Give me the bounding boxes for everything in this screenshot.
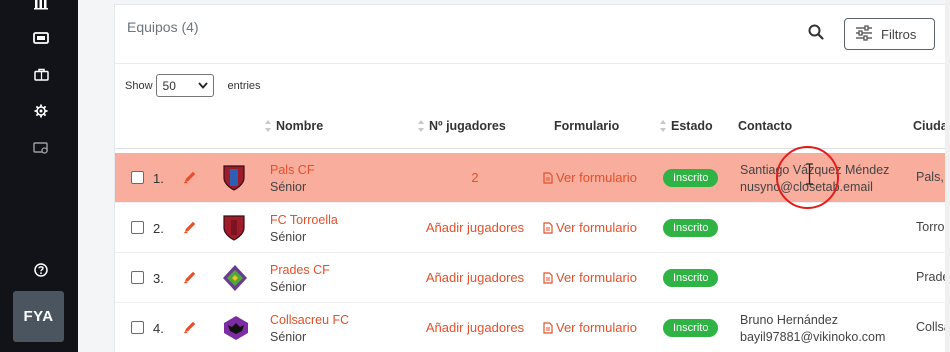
pencil-icon[interactable] xyxy=(183,170,197,189)
contact-name: Santiago Vázquez Méndez xyxy=(740,163,890,177)
add-players-link[interactable]: Añadir jugadores xyxy=(405,270,545,285)
sort-icon xyxy=(265,120,272,132)
team-crest xyxy=(222,164,246,197)
team-name-link[interactable]: Pals CF xyxy=(270,162,314,179)
form-link[interactable]: Ver formulario xyxy=(543,220,637,235)
status-badge: Inscrito xyxy=(663,269,719,287)
add-players-link[interactable]: Añadir jugadores xyxy=(405,320,545,335)
team-category: Sénior xyxy=(270,180,307,194)
team-category: Sénior xyxy=(270,280,307,294)
avatar[interactable]: FYA xyxy=(13,291,64,342)
show-label: Show xyxy=(125,79,153,92)
column-label: Nombre xyxy=(276,119,324,133)
table-row[interactable]: 3. Prades CF Sénior Añadir jugadores Ver … xyxy=(115,253,950,303)
document-icon xyxy=(543,271,553,284)
row-index: 4. xyxy=(153,321,164,336)
status-badge: Inscrito xyxy=(663,319,719,337)
pencil-icon[interactable] xyxy=(183,270,197,289)
sidebar: FYA xyxy=(0,0,78,352)
column-label: Contacto xyxy=(738,119,793,133)
column-label: Formulario xyxy=(554,119,620,133)
team-cell: Prades CF Sénior xyxy=(270,262,330,296)
column-header-city: Ciuda xyxy=(913,119,948,133)
team-name-link[interactable]: Prades CF xyxy=(270,262,330,279)
team-crest xyxy=(222,264,248,297)
pencil-icon[interactable] xyxy=(183,320,197,339)
column-header-contact: Contacto xyxy=(738,119,792,133)
contact-email: nusyno@closetab.email xyxy=(740,180,873,194)
scrollbar[interactable] xyxy=(945,0,950,352)
document-icon xyxy=(543,221,553,234)
wallet-icon[interactable] xyxy=(31,138,51,158)
add-players-link[interactable]: Añadir jugadores xyxy=(405,220,545,235)
team-category: Sénior xyxy=(270,330,307,344)
document-icon xyxy=(543,321,553,334)
contact-email: bayil97881@vikinoko.com xyxy=(740,330,886,344)
team-category: Sénior xyxy=(270,230,307,244)
contact-name: Bruno Hernández xyxy=(740,313,838,327)
entries-value: 50 xyxy=(162,78,176,93)
search-icon[interactable] xyxy=(808,24,826,42)
form-link-label: Ver formulario xyxy=(556,320,637,335)
form-link[interactable]: Ver formulario xyxy=(543,170,637,185)
length-menu: Show 50 entries xyxy=(125,74,261,97)
row-index: 3. xyxy=(153,271,164,286)
pencil-icon[interactable] xyxy=(183,220,197,239)
status-badge: Inscrito xyxy=(663,169,719,187)
ticket-icon[interactable] xyxy=(31,28,51,48)
entries-label: entries xyxy=(227,79,261,92)
team-cell: FC Torroella Sénior xyxy=(270,212,338,246)
table-row[interactable]: 2. FC Torroella Sénior Añadir jugadores V… xyxy=(115,203,950,253)
column-header-name[interactable]: Nombre xyxy=(265,119,323,133)
city-cell: Pals, xyxy=(916,170,944,184)
team-crest xyxy=(222,214,246,247)
bar-chart-icon[interactable] xyxy=(31,0,51,14)
form-link-label: Ver formulario xyxy=(556,270,637,285)
team-name-link[interactable]: FC Torroella xyxy=(270,212,338,229)
entries-select[interactable]: 50 xyxy=(155,74,214,97)
team-crest xyxy=(222,314,250,347)
chevron-down-icon xyxy=(197,82,208,89)
contact-cell: Santiago Vázquez Méndez nusyno@closetab.e… xyxy=(740,162,889,196)
filters-button[interactable]: Filtros xyxy=(844,18,935,50)
status-badge: Inscrito xyxy=(663,219,719,237)
row-index: 2. xyxy=(153,221,164,236)
form-link[interactable]: Ver formulario xyxy=(543,270,637,285)
table-row[interactable]: 1. Pals CF Sénior 2 Ver formulario Inscri… xyxy=(115,153,950,203)
column-header-players[interactable]: Nº jugadores xyxy=(418,119,506,133)
row-checkbox[interactable] xyxy=(131,171,144,184)
players-count-link[interactable]: 2 xyxy=(405,170,545,185)
column-label: Ciuda xyxy=(913,119,948,133)
row-checkbox[interactable] xyxy=(131,271,144,284)
sliders-icon xyxy=(855,24,873,44)
teams-card: Equipos (4) Filtros Show 50 entries Nomb… xyxy=(114,4,950,352)
team-cell: Collsacreu FC Sénior xyxy=(270,312,349,346)
row-checkbox[interactable] xyxy=(131,321,144,334)
column-header-form: Formulario xyxy=(554,119,619,133)
contact-cell: Bruno Hernández bayil97881@vikinoko.com xyxy=(740,312,885,346)
form-link[interactable]: Ver formulario xyxy=(543,320,637,335)
header-divider xyxy=(115,148,950,149)
city-cell: Torro xyxy=(916,220,945,234)
team-name-link[interactable]: Collsacreu FC xyxy=(270,312,349,329)
sort-icon xyxy=(418,120,425,132)
briefcase-icon[interactable] xyxy=(31,64,51,84)
help-icon[interactable] xyxy=(31,260,51,280)
gear-icon[interactable] xyxy=(31,101,51,121)
page-title: Equipos (4) xyxy=(127,19,199,35)
row-index: 1. xyxy=(153,171,164,186)
card-header: Equipos (4) Filtros xyxy=(115,5,950,64)
column-label: Estado xyxy=(671,119,713,133)
row-checkbox[interactable] xyxy=(131,221,144,234)
column-label: Nº jugadores xyxy=(429,119,506,133)
team-cell: Pals CF Sénior xyxy=(270,162,314,196)
column-header-status[interactable]: Estado xyxy=(660,119,713,133)
table-row[interactable]: 4. Collsacreu FC Sénior Añadir jugadores … xyxy=(115,303,950,352)
form-link-label: Ver formulario xyxy=(556,170,637,185)
document-icon xyxy=(543,171,553,184)
sort-icon xyxy=(660,120,667,132)
form-link-label: Ver formulario xyxy=(556,220,637,235)
filters-label: Filtros xyxy=(881,26,917,42)
